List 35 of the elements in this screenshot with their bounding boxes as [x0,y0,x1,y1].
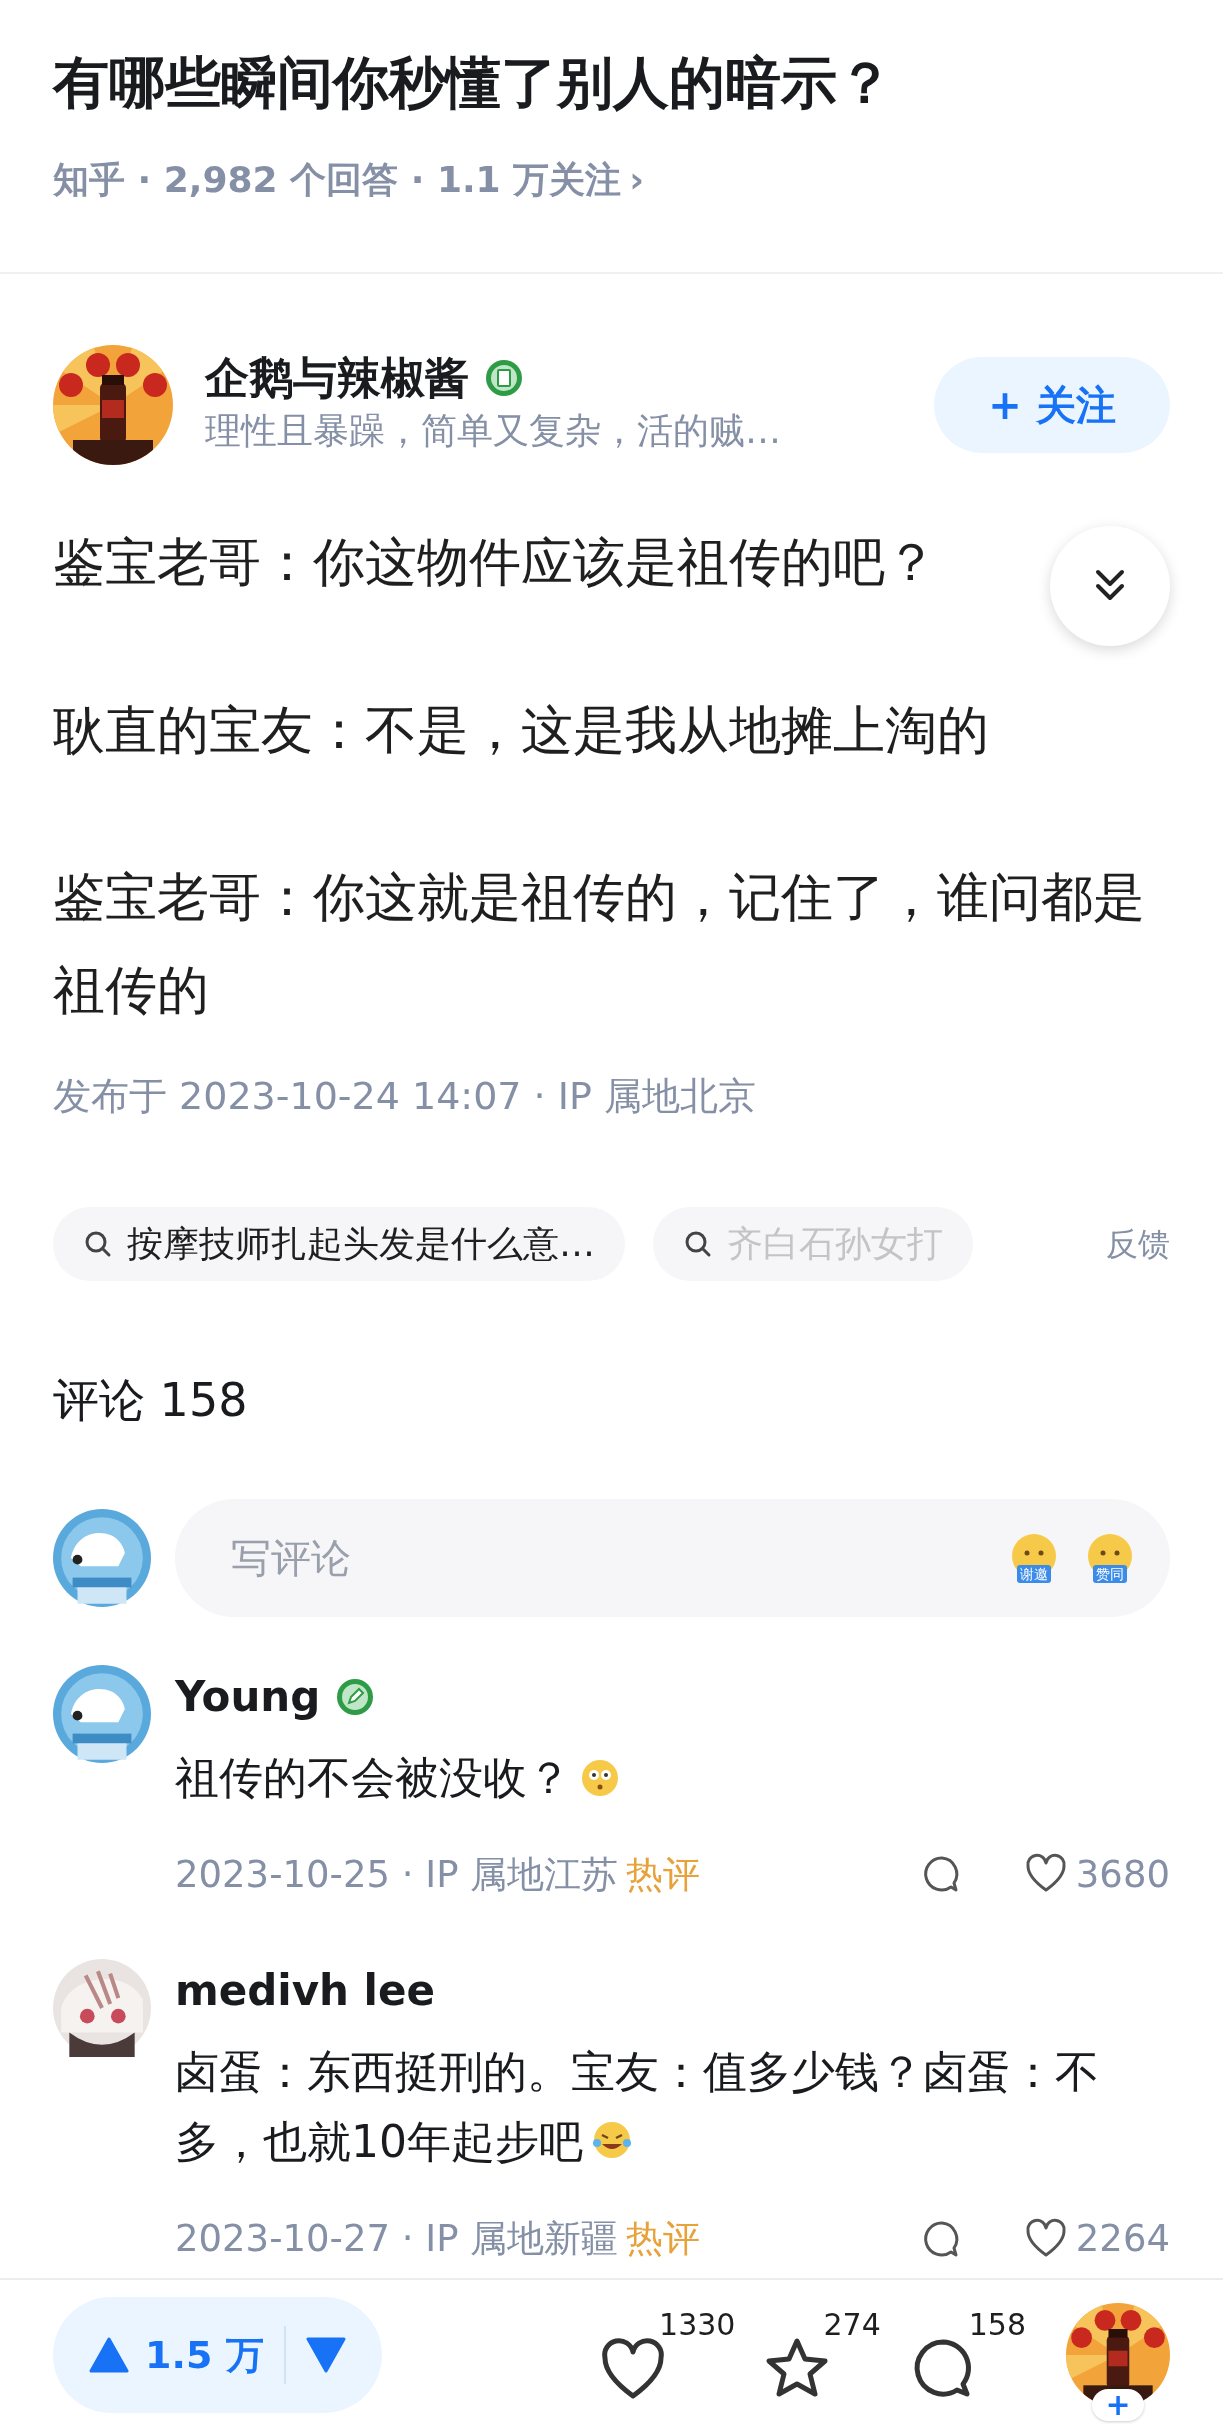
sticker-button[interactable]: 谢邀 [1004,1533,1064,1584]
star-icon [765,2336,830,2400]
answer-paragraph: 鉴宝老哥：你这就是祖传的，记住了，谁问都是祖传的 [53,866,1146,1022]
comment-input[interactable]: 写评论 谢邀 赞同 [175,1499,1170,1618]
comment-meta: 2023-10-27 · IP 属地新疆 [175,2215,619,2262]
chevron-icon[interactable]: › [629,153,645,207]
comment-button[interactable]: 158 [910,2310,1026,2400]
follow-button[interactable]: + 关注 [934,357,1170,453]
comment-meta: 2023-10-25 · IP 属地江苏 [175,1851,619,1898]
up-triangle-icon [89,2337,129,2373]
commenter-name[interactable]: medivh lee [175,1959,435,2023]
comments-header: 评论 158 [53,1372,249,1430]
hot-comment-tag: 热评 [626,2210,701,2267]
like-button[interactable]: 2264 [1023,2210,1170,2267]
comment-text: 祖传的不会被没收？ [175,1743,1135,1814]
author-name[interactable]: 企鹅与辣椒酱 [205,351,469,405]
commenter-name[interactable]: Young [175,1665,321,1729]
downvote-button[interactable] [305,2337,346,2373]
question-meta: 知乎 · 2,982 个回答 · 1.1 万关注 [53,158,622,202]
author-bio: 理性且暴躁，简单又复杂，活的贼… [205,409,782,454]
feedback-link[interactable]: 反馈 [1106,1220,1170,1269]
comment-text: 卤蛋：东西挺刑的。宝友：值多少钱？卤蛋：不多，也就10年起步吧 [175,2045,1100,2170]
question-title: 有哪些瞬间你秒懂了别人的暗示？ [53,49,894,117]
follow-author-button[interactable]: + [1092,2389,1144,2421]
related-search-tag[interactable]: 按摩技师扎起头发是什么意… [53,1207,625,1282]
answer-paragraph: 耿直的宝友：不是，这是我从地摊上淘的 [53,698,989,762]
hot-comment-tag: 热评 [626,1846,701,1903]
publish-info: 发布于 2023-10-24 14:07 · IP 属地北京 [53,1073,757,1121]
sticker-button[interactable]: 赞同 [1080,1533,1140,1584]
like-button[interactable]: 3680 [1023,1846,1170,1903]
heart-icon [601,2336,666,2400]
favorite-button[interactable]: 274 [765,2310,881,2400]
answer-paragraph: 鉴宝老哥：你这物件应该是祖传的吧？ [53,531,937,594]
down-triangle-icon [305,2337,346,2373]
like-button[interactable]: 1330 [601,2310,736,2400]
